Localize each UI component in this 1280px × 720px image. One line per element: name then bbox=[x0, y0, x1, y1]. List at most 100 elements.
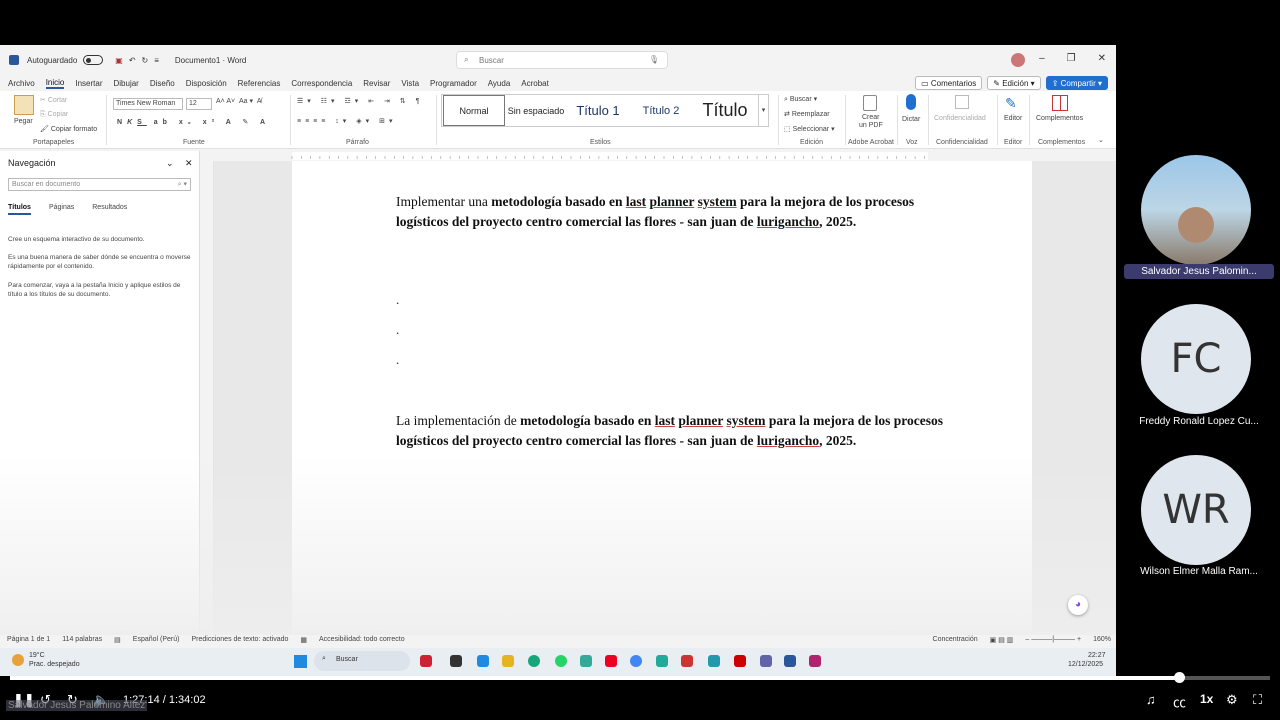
weather-icon[interactable] bbox=[12, 654, 24, 666]
addins-label[interactable]: Complementos bbox=[1036, 115, 1083, 122]
tab-headings[interactable]: Títulos bbox=[8, 204, 31, 215]
menu-tab[interactable]: Disposición bbox=[186, 79, 227, 88]
app-icon[interactable] bbox=[656, 655, 668, 667]
mic-icon[interactable] bbox=[906, 94, 916, 110]
comments-button[interactable]: ▭ Comentarios bbox=[915, 76, 983, 90]
styles-more-icon[interactable]: ▾ bbox=[758, 95, 768, 126]
close-icon[interactable]: ✕ bbox=[1098, 53, 1106, 64]
app-icon[interactable] bbox=[681, 655, 693, 667]
copilot-icon[interactable]: ◕ bbox=[1068, 595, 1088, 615]
acrobat-icon[interactable] bbox=[734, 655, 746, 667]
whatsapp-icon[interactable] bbox=[555, 655, 567, 667]
minimize-icon[interactable]: – bbox=[1039, 53, 1045, 64]
participant-video[interactable] bbox=[1141, 155, 1251, 265]
menu-tab[interactable]: Referencias bbox=[238, 79, 281, 88]
audio-track-icon[interactable]: ♫ bbox=[1146, 692, 1156, 707]
search-box[interactable]: ⌕ Buscar 🎙 bbox=[456, 51, 668, 69]
paste-label[interactable]: Pegar bbox=[14, 118, 33, 125]
windows-start-icon[interactable] bbox=[294, 655, 307, 668]
focus-mode[interactable]: Concentración bbox=[933, 636, 978, 643]
paragraph-1[interactable]: Implementar una metodología basado en la… bbox=[396, 192, 936, 232]
menu-tab[interactable]: Ayuda bbox=[488, 79, 511, 88]
addins-icon[interactable] bbox=[1052, 95, 1068, 111]
account-avatar[interactable] bbox=[1011, 53, 1025, 67]
menu-tab[interactable]: Archivo bbox=[8, 79, 35, 88]
editor-icon[interactable]: ✎ bbox=[1005, 95, 1021, 111]
menu-tab[interactable]: Inicio bbox=[45, 78, 65, 89]
zoom-slider[interactable]: – ———|——— + bbox=[1025, 636, 1081, 643]
editor-label[interactable]: Editor bbox=[1004, 115, 1022, 122]
menu-tab[interactable]: Revisar bbox=[363, 79, 390, 88]
font-size-select[interactable]: 12 bbox=[186, 98, 212, 110]
seek-bar[interactable] bbox=[10, 672, 1270, 683]
style-no-spacing[interactable]: Sin espaciado bbox=[506, 95, 566, 126]
style-normal[interactable]: Normal bbox=[443, 95, 505, 126]
youtube-icon[interactable] bbox=[605, 655, 617, 667]
find-button[interactable]: ⌕ Buscar ▾ bbox=[784, 95, 817, 104]
app-icon[interactable] bbox=[708, 655, 720, 667]
captions-icon[interactable]: ㏄ bbox=[1173, 692, 1186, 711]
edge-icon[interactable] bbox=[528, 655, 540, 667]
accessibility-status[interactable]: Accesibilidad: todo correcto bbox=[319, 636, 405, 643]
redo-icon[interactable]: ↻ bbox=[142, 56, 149, 65]
select-button[interactable]: ⬚ Seleccionar ▾ bbox=[784, 125, 835, 133]
page-count[interactable]: Página 1 de 1 bbox=[7, 636, 50, 643]
tab-results[interactable]: Resultados bbox=[92, 204, 127, 215]
tab-pages[interactable]: Páginas bbox=[49, 204, 74, 215]
menu-tab[interactable]: Correspondencia bbox=[291, 79, 352, 88]
list-buttons[interactable]: ☰▾ ☷▾ ☲▾ ⇤ ⇥ ⇅ ¶ bbox=[297, 97, 423, 105]
fullscreen-icon[interactable]: ⛶ bbox=[1253, 692, 1262, 708]
word-icon[interactable] bbox=[784, 655, 796, 667]
style-heading2[interactable]: Título 2 bbox=[630, 95, 692, 126]
view-buttons[interactable]: ▣ ▤ ▥ bbox=[990, 636, 1014, 644]
proofing-icon[interactable]: ▤ bbox=[114, 636, 121, 644]
menu-tab[interactable]: Acrobat bbox=[521, 79, 549, 88]
menu-tab[interactable]: Diseño bbox=[150, 79, 175, 88]
save-icon[interactable]: ▣ bbox=[115, 56, 123, 65]
menu-tab[interactable]: Vista bbox=[401, 79, 419, 88]
taskbar-search[interactable]: ⌕ Buscar bbox=[314, 651, 410, 671]
app-icon[interactable] bbox=[809, 655, 821, 667]
font-name-select[interactable]: Times New Roman bbox=[113, 98, 183, 110]
app-icon[interactable] bbox=[580, 655, 592, 667]
app-icon[interactable] bbox=[450, 655, 462, 667]
app-icon[interactable] bbox=[477, 655, 489, 667]
style-heading1[interactable]: Título 1 bbox=[568, 95, 628, 126]
folder-icon[interactable] bbox=[502, 655, 514, 667]
playback-speed[interactable]: 1x bbox=[1200, 692, 1213, 706]
replace-button[interactable]: ⇄ Reemplazar bbox=[784, 110, 830, 118]
clock-date[interactable]: 12/12/2025 bbox=[1068, 661, 1103, 668]
dictate-label[interactable]: Dictar bbox=[902, 116, 920, 123]
search-icon[interactable]: ⌕ ▾ bbox=[178, 180, 187, 189]
copy-button[interactable]: ⎘ Copiar bbox=[40, 111, 68, 119]
weather-desc[interactable]: Prac. despejado bbox=[29, 661, 80, 668]
undo-icon[interactable]: ↶ bbox=[129, 56, 136, 65]
create-pdf-icon[interactable] bbox=[863, 95, 877, 111]
seek-knob[interactable] bbox=[1174, 672, 1186, 683]
nav-search-input[interactable]: Buscar en documento ⌕ ▾ bbox=[8, 178, 191, 191]
font-size-tools[interactable]: A˄ A˅ Aa ▾ A̸ bbox=[216, 97, 262, 105]
font-format-buttons[interactable]: NKS ab x₂ x² A ✎ A bbox=[117, 118, 270, 126]
confidential-label[interactable]: Confidencialidad bbox=[934, 115, 986, 122]
weather-temp[interactable]: 19°C bbox=[29, 652, 45, 659]
customize-icon[interactable]: ≡ bbox=[154, 56, 159, 65]
settings-gear-icon[interactable]: ⚙ bbox=[1226, 692, 1238, 708]
create-label[interactable]: Crear bbox=[862, 114, 880, 121]
format-painter-button[interactable]: 🖌 Copiar formato bbox=[40, 125, 97, 133]
paste-icon[interactable] bbox=[14, 95, 34, 115]
style-title[interactable]: Título bbox=[694, 95, 756, 126]
confidential-icon[interactable] bbox=[955, 95, 969, 109]
participant-avatar[interactable]: WR bbox=[1141, 455, 1251, 565]
app-icon[interactable] bbox=[420, 655, 432, 667]
accessibility-icon[interactable]: ▦ bbox=[300, 636, 307, 644]
chevron-down-icon[interactable]: ⌄ bbox=[166, 158, 174, 169]
zoom-level[interactable]: 160% bbox=[1093, 636, 1111, 643]
pdf-label[interactable]: un PDF bbox=[859, 122, 883, 129]
paragraph-2[interactable]: La implementación de metodología basado … bbox=[396, 411, 956, 451]
menu-tab[interactable]: Programador bbox=[430, 79, 477, 88]
clock-time[interactable]: 22:27 bbox=[1088, 652, 1106, 659]
collapse-ribbon-icon[interactable]: ⌄ bbox=[1098, 136, 1104, 144]
chrome-icon[interactable] bbox=[630, 655, 642, 667]
cut-button[interactable]: ✂ Cortar bbox=[40, 96, 67, 104]
close-nav-icon[interactable]: ✕ bbox=[185, 158, 193, 169]
